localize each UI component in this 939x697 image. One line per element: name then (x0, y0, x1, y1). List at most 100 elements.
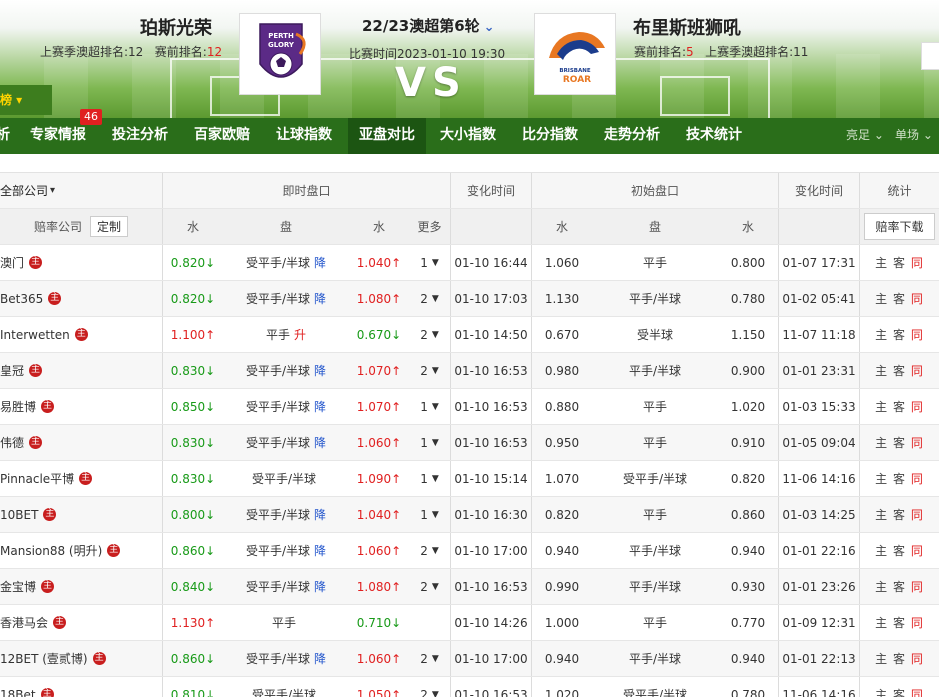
caret-down-icon[interactable]: ▼ (432, 402, 439, 412)
table-row[interactable]: 澳门 主 0.820↓ 受平手/半球 降 1.040↑ 1 ▼ 01-10 16… (0, 245, 939, 281)
company-cell[interactable]: 易胜博 主 (0, 389, 162, 424)
more-dropdown[interactable]: 1 ▼ (409, 425, 450, 460)
more-dropdown[interactable]: 2 ▼ (409, 281, 450, 316)
stats-away-link[interactable]: 客 (893, 506, 906, 523)
caret-down-icon[interactable]: ▼ (432, 366, 439, 376)
more-dropdown[interactable]: 1 ▼ (409, 389, 450, 424)
table-row[interactable]: 易胜博 主 0.850↓ 受平手/半球 降 1.070↑ 1 ▼ 01-10 1… (0, 389, 939, 425)
side-panel-edge[interactable] (921, 42, 939, 70)
stats-away-link[interactable]: 客 (893, 326, 906, 343)
company-cell[interactable]: 18Bet 主 (0, 677, 162, 697)
more-dropdown[interactable]: 2 ▼ (409, 317, 450, 352)
nav-handicap-index[interactable]: 让球指数 (276, 118, 332, 154)
company-cell[interactable]: 10BET 主 (0, 497, 162, 532)
caret-down-icon[interactable]: ▼ (432, 258, 439, 268)
table-row[interactable]: 香港马会 主 1.130↑ 平手 0.710↓ ▼ 01-10 14:26 1.… (0, 605, 939, 641)
table-row[interactable]: 皇冠 主 0.830↓ 受平手/半球 降 1.070↑ 2 ▼ 01-10 16… (0, 353, 939, 389)
company-home-icon[interactable]: 主 (29, 436, 43, 449)
nav-trend-analysis[interactable]: 走势分析 (604, 118, 660, 154)
stats-home-link[interactable]: 主 (875, 542, 888, 559)
more-dropdown[interactable]: 2 ▼ (409, 353, 450, 388)
stats-away-link[interactable]: 客 (893, 254, 906, 271)
stats-away-link[interactable]: 客 (893, 470, 906, 487)
company-home-icon[interactable]: 主 (41, 580, 55, 593)
stats-away-link[interactable]: 客 (893, 614, 906, 631)
nav-over-under[interactable]: 大小指数 (440, 118, 496, 154)
more-dropdown[interactable]: 1 ▼ (409, 497, 450, 532)
highlight-dropdown[interactable]: 亮足 ⌄ (846, 118, 884, 154)
company-home-icon[interactable]: 主 (74, 328, 88, 341)
stats-away-link[interactable]: 客 (893, 398, 906, 415)
caret-down-icon[interactable]: ▼ (432, 474, 439, 484)
table-row[interactable]: 12BET (壹贰博) 主 0.860↓ 受平手/半球 降 1.060↑ 2 ▼… (0, 641, 939, 677)
stats-same-link[interactable]: 同 (911, 434, 924, 451)
company-name[interactable]: 香港马会 (0, 614, 48, 631)
nav-expert-info[interactable]: 专家情报 46 (30, 109, 102, 154)
home-team-name[interactable]: 珀斯光荣 (140, 14, 212, 40)
company-cell[interactable]: 皇冠 主 (0, 353, 162, 388)
caret-down-icon[interactable]: ▼ (432, 510, 439, 520)
nav-score-index[interactable]: 比分指数 (522, 118, 578, 154)
stats-home-link[interactable]: 主 (875, 326, 888, 343)
company-home-icon[interactable]: 主 (40, 688, 54, 697)
more-dropdown[interactable]: 2 ▼ (409, 641, 450, 676)
caret-down-icon[interactable]: ▼ (432, 330, 439, 340)
more-dropdown[interactable]: 1 ▼ (409, 461, 450, 496)
table-row[interactable]: Pinnacle平博 主 0.830↓ 受平手/半球 1.090↑ 1 ▼ 01… (0, 461, 939, 497)
caret-down-icon[interactable]: ▾ (50, 185, 55, 196)
company-cell[interactable]: Interwetten 主 (0, 317, 162, 352)
stats-home-link[interactable]: 主 (875, 398, 888, 415)
stats-home-link[interactable]: 主 (875, 686, 888, 697)
away-team-logo[interactable]: BRISBANE ROAR (534, 13, 616, 95)
more-dropdown[interactable]: 2 ▼ (409, 677, 450, 697)
stats-away-link[interactable]: 客 (893, 290, 906, 307)
home-team-logo[interactable]: PERTH GLORY (239, 13, 321, 95)
stats-home-link[interactable]: 主 (875, 614, 888, 631)
table-row[interactable]: Interwetten 主 1.100↑ 平手 升 0.670↓ 2 ▼ 01-… (0, 317, 939, 353)
stats-home-link[interactable]: 主 (875, 470, 888, 487)
company-cell[interactable]: 12BET (壹贰博) 主 (0, 641, 162, 676)
stats-home-link[interactable]: 主 (875, 362, 888, 379)
company-home-icon[interactable]: 主 (29, 364, 43, 377)
company-cell[interactable]: 金宝博 主 (0, 569, 162, 604)
stats-same-link[interactable]: 同 (911, 326, 924, 343)
caret-down-icon[interactable]: ▼ (432, 690, 439, 697)
table-row[interactable]: 伟德 主 0.830↓ 受平手/半球 降 1.060↑ 1 ▼ 01-10 16… (0, 425, 939, 461)
more-dropdown[interactable]: 2 ▼ (409, 533, 450, 568)
company-home-icon[interactable]: 主 (41, 400, 55, 413)
stats-home-link[interactable]: 主 (875, 578, 888, 595)
more-dropdown[interactable]: 2 ▼ (409, 569, 450, 604)
odds-download-button[interactable]: 赔率下载 (864, 213, 935, 240)
stats-away-link[interactable]: 客 (893, 542, 906, 559)
company-home-icon[interactable]: 主 (48, 292, 62, 305)
nav-betting-analysis[interactable]: 投注分析 (112, 118, 168, 154)
company-home-icon[interactable]: 主 (29, 256, 43, 269)
stats-home-link[interactable]: 主 (875, 650, 888, 667)
stats-same-link[interactable]: 同 (911, 362, 924, 379)
rank-dropdown[interactable]: 榜 ▾ (0, 85, 52, 115)
table-row[interactable]: 金宝博 主 0.840↓ 受平手/半球 降 1.080↑ 2 ▼ 01-10 1… (0, 569, 939, 605)
company-name[interactable]: 金宝博 (0, 578, 36, 595)
company-home-icon[interactable]: 主 (53, 616, 67, 629)
company-cell[interactable]: Mansion88 (明升) 主 (0, 533, 162, 568)
stats-same-link[interactable]: 同 (911, 578, 924, 595)
nav-asian-handicap[interactable]: 亚盘对比 (348, 118, 426, 154)
nav-tech-stats[interactable]: 技术统计 (686, 118, 742, 154)
company-home-icon[interactable]: 主 (43, 508, 57, 521)
stats-same-link[interactable]: 同 (911, 470, 924, 487)
company-name[interactable]: 12BET (壹贰博) (0, 650, 88, 667)
stats-home-link[interactable]: 主 (875, 506, 888, 523)
stats-home-link[interactable]: 主 (875, 254, 888, 271)
company-cell[interactable]: 香港马会 主 (0, 605, 162, 640)
caret-down-icon[interactable]: ▼ (432, 294, 439, 304)
company-name[interactable]: Mansion88 (明升) (0, 542, 102, 559)
stats-same-link[interactable]: 同 (911, 398, 924, 415)
company-name[interactable]: Interwetten (0, 328, 70, 342)
company-home-icon[interactable]: 主 (92, 652, 106, 665)
company-cell[interactable]: Pinnacle平博 主 (0, 461, 162, 496)
single-match-dropdown[interactable]: 单场 ⌄ (895, 118, 933, 154)
stats-away-link[interactable]: 客 (893, 650, 906, 667)
company-name[interactable]: Bet365 (0, 292, 43, 306)
company-name[interactable]: Pinnacle平博 (0, 470, 74, 487)
company-filter[interactable]: 全部公司 ▾ (0, 173, 162, 208)
